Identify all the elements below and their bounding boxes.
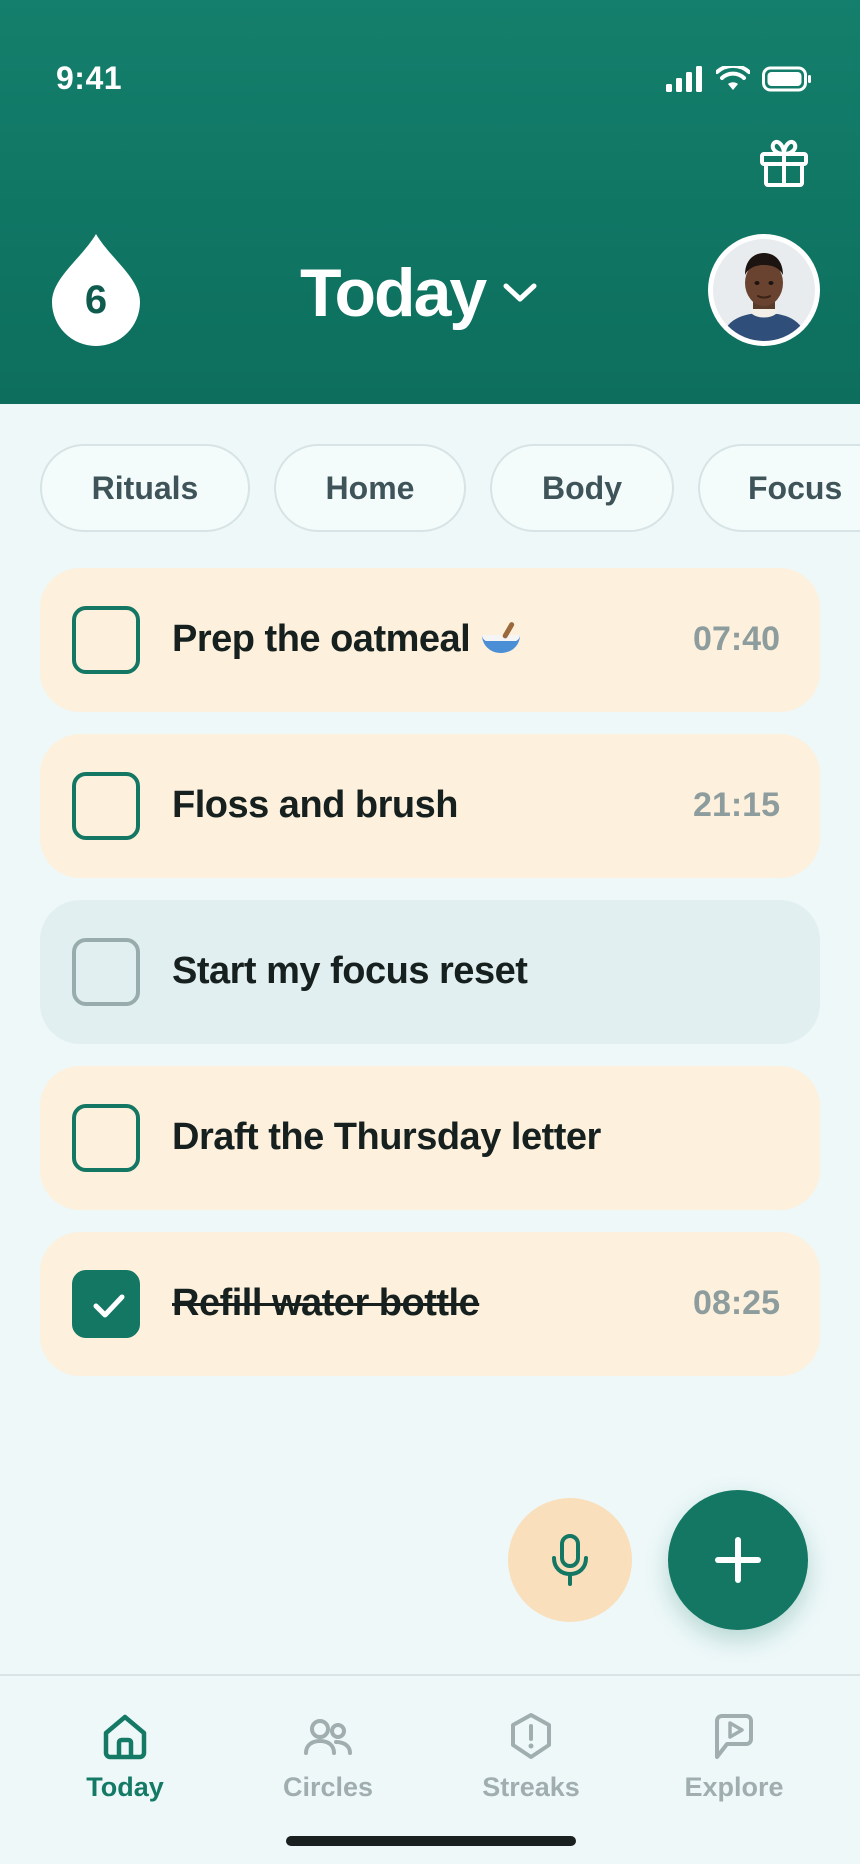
avatar-portrait (713, 239, 815, 341)
tab-today[interactable]: Today (25, 1710, 225, 1803)
chip-home[interactable]: Home (274, 444, 466, 532)
play-bubble-icon (715, 1714, 753, 1759)
chip-body[interactable]: Body (490, 444, 674, 532)
plus-icon (715, 1537, 761, 1583)
tab-label: Today (86, 1772, 164, 1802)
bowl-icon (482, 622, 521, 653)
task-label: Start my focus reset (172, 950, 528, 992)
wifi-icon (716, 66, 750, 90)
streak-count: 6 (84, 278, 108, 322)
task-checkbox[interactable] (72, 772, 140, 840)
tab-label: Streaks (482, 1772, 580, 1802)
tab-label: Circles (282, 1772, 374, 1802)
task-time: 08:25 (693, 1284, 780, 1322)
people-icon (304, 1719, 352, 1755)
avatar[interactable] (708, 234, 820, 346)
task-card[interactable]: Prep the oatmeal 07:40 (40, 568, 820, 712)
chip-focus[interactable]: Focus (698, 444, 860, 532)
task-checkbox[interactable] (72, 938, 140, 1006)
gift-icon[interactable] (758, 138, 810, 188)
task-card[interactable]: Floss and brush 21:15 (40, 734, 820, 878)
date-selector[interactable]: Today (300, 255, 537, 331)
tab-circles[interactable]: Circles (228, 1710, 428, 1803)
task-time: 07:40 (693, 620, 780, 658)
check-icon (93, 1294, 125, 1318)
chevron-down-icon (503, 283, 537, 302)
signal-icon (666, 66, 702, 92)
home-icon (103, 1714, 147, 1760)
chip-rituals[interactable]: Rituals (40, 444, 250, 532)
tab-explore[interactable]: Explore (634, 1710, 834, 1803)
tab-streaks[interactable]: Streaks (431, 1710, 631, 1803)
page-title: Today (300, 255, 487, 331)
task-card[interactable]: Start my focus reset (40, 900, 820, 1044)
task-checkbox[interactable] (72, 1104, 140, 1172)
status-icons (666, 66, 812, 92)
shield-alert-icon (511, 1713, 551, 1759)
task-label-wrap: Prep the oatmeal (172, 618, 522, 661)
status-time: 9:41 (56, 60, 123, 96)
app-header: 9:41 6 Today (0, 0, 860, 404)
task-checkbox[interactable] (72, 606, 140, 674)
voice-add-button[interactable] (508, 1498, 632, 1622)
task-time: 21:15 (693, 786, 780, 824)
home-indicator (286, 1836, 576, 1846)
add-task-button[interactable] (668, 1490, 808, 1630)
mic-icon (552, 1534, 588, 1586)
task-label: Prep the oatmeal (172, 618, 471, 660)
task-checkbox-checked[interactable] (72, 1270, 140, 1338)
task-card[interactable]: Refill water bottle 08:25 (40, 1232, 820, 1376)
battery-icon (762, 66, 811, 92)
task-card[interactable]: Draft the Thursday letter (40, 1066, 820, 1210)
task-label: Floss and brush (172, 784, 458, 826)
tab-label: Explore (684, 1772, 784, 1802)
task-label: Draft the Thursday letter (172, 1116, 601, 1158)
category-chips: Rituals Home Body Focus (40, 444, 860, 532)
task-label: Refill water bottle (172, 1282, 480, 1324)
